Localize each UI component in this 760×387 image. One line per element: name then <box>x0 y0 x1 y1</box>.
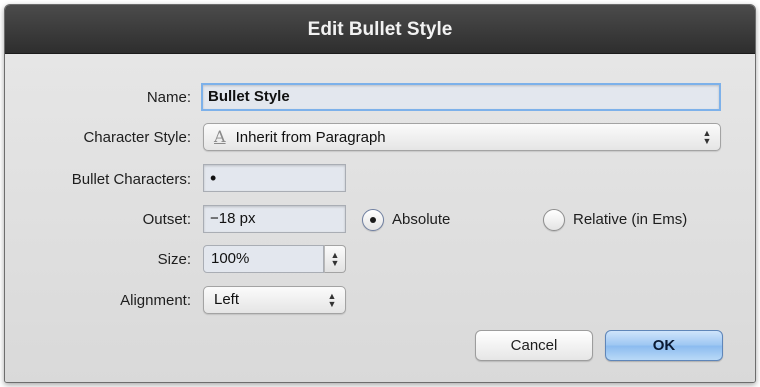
bullet-characters-field[interactable]: • <box>203 164 346 192</box>
name-field[interactable]: Bullet Style <box>201 83 721 111</box>
cancel-button[interactable]: Cancel <box>475 330 593 361</box>
character-style-value: Inherit from Paragraph <box>235 129 386 146</box>
alignment-value: Left <box>214 291 240 308</box>
relative-radio-label[interactable]: Relative (in Ems) <box>573 211 687 228</box>
radio-selected-dot <box>370 217 376 223</box>
ok-button[interactable]: OK <box>605 330 723 361</box>
outset-label: Outset: <box>142 211 191 228</box>
relative-radio[interactable] <box>543 209 565 231</box>
absolute-radio[interactable] <box>362 209 384 231</box>
alignment-label: Alignment: <box>120 292 191 309</box>
alignment-popup[interactable]: Left ▲ ▼ <box>203 286 346 314</box>
bullet-characters-label: Bullet Characters: <box>71 171 191 188</box>
popup-arrows-icon: ▲ ▼ <box>702 128 712 146</box>
stepper-arrows-icon: ▲ ▼ <box>330 250 340 268</box>
size-label: Size: <box>157 251 191 268</box>
outset-field[interactable]: −18 px <box>203 205 346 233</box>
popup-arrows-icon: ▲ ▼ <box>327 291 337 309</box>
dialog-body: Name: Bullet Style Character Style: A Inh… <box>5 54 755 382</box>
name-label: Name: <box>146 89 191 106</box>
character-style-icon: A <box>214 127 226 146</box>
dialog-title: Edit Bullet Style <box>307 19 453 40</box>
edit-bullet-style-dialog: Edit Bullet Style Name: Bullet Style Cha… <box>4 4 756 383</box>
title-bar[interactable]: Edit Bullet Style <box>5 5 755 54</box>
size-stepper[interactable]: ▲ ▼ <box>324 245 346 273</box>
character-style-label: Character Style: <box>83 129 191 146</box>
absolute-radio-label[interactable]: Absolute <box>392 211 450 228</box>
size-field[interactable]: 100% <box>203 245 324 273</box>
character-style-popup[interactable]: A Inherit from Paragraph ▲ ▼ <box>203 123 721 151</box>
